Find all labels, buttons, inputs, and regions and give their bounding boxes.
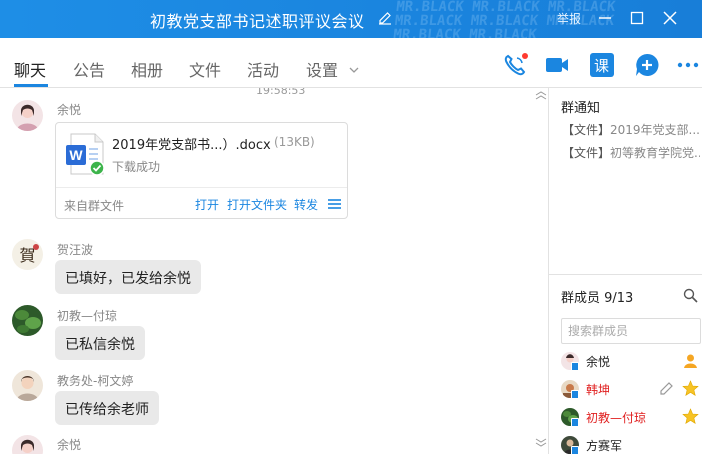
mobile-badge-icon [571,362,579,371]
member-name: 方赛军 [586,439,623,453]
member-name: 韩坤 [586,383,611,397]
owner-icon [682,352,699,369]
notice-text: 2019年党支部... [610,123,700,137]
file-message-card[interactable]: W 2019年党支部书...）.docx (13KB) 下载成功 来自群文件 打… [55,122,348,219]
admin-star-icon [682,408,699,425]
sender-name: 余悦 [57,103,82,117]
maximize-icon[interactable] [627,8,647,28]
watermark-line-2: MR.BLACK MR.BLACK MR.BLACK [393,13,615,29]
tab-bar: 聊天 公告 相册 文件 活动 设置 课 [0,38,702,88]
mobile-badge-icon [571,390,579,399]
edit-title-icon[interactable] [378,11,392,25]
course-button[interactable]: 课 [589,52,615,78]
message-list[interactable]: 19:58:53 余悦 W 2019年党支部书...）.docx (13KB) … [0,88,548,454]
notice-tag: 【文件】 [562,123,611,137]
forward-link[interactable]: 转发 [294,196,318,213]
members-count-title: 群成员 9/13 [561,291,634,306]
watermark-line-3: MR.BLACK MR.BLACK [393,27,538,38]
member-name: 余悦 [586,355,611,369]
member-row[interactable]: 韩坤 [561,380,702,402]
avatar[interactable] [12,435,43,454]
tab-settings-label: 设置 [306,61,339,80]
member-row[interactable]: 余悦 [561,352,702,374]
watermark-line-1: MR.BLACK MR.BLACK MR.BLACK [395,0,617,15]
tab-album[interactable]: 相册 [131,57,163,81]
minimize-icon[interactable] [595,8,615,28]
tab-activities[interactable]: 活动 [247,57,279,81]
course-label: 课 [594,57,610,75]
avatar[interactable] [12,305,43,336]
tab-announcements[interactable]: 公告 [73,57,105,81]
mobile-badge-icon [571,446,579,454]
chat-window: MR.BLACK MR.BLACK MR.BLACK MR.BLACK MR.B… [0,0,702,454]
member-row[interactable]: 初教—付琼 [561,408,702,430]
add-chat-icon[interactable] [634,52,660,78]
admin-star-icon [682,380,699,397]
word-document-icon: W [65,132,109,178]
collapse-down-icon[interactable] [535,436,547,447]
group-side-panel: 群通知 【文件】2019年党支部... 【文件】初等教育学院党... 群成员 9… [549,88,702,454]
tab-chat[interactable]: 聊天 [14,57,46,81]
group-notice-title: 群通知 [561,101,601,116]
tab-files[interactable]: 文件 [189,57,221,81]
download-status: 下载成功 [112,160,161,174]
sender-name: 初教—付琼 [57,309,118,323]
notice-tag: 【文件】 [562,146,611,160]
voice-call-icon[interactable] [502,52,528,78]
search-icon[interactable] [683,288,698,303]
close-icon[interactable] [660,8,680,28]
open-folder-link[interactable]: 打开文件夹 [227,196,287,213]
avatar[interactable] [12,370,43,401]
sender-name: 教务处-柯文婷 [57,374,134,388]
collapse-up-icon[interactable] [535,90,547,100]
watermark: MR.BLACK MR.BLACK MR.BLACK MR.BLACK MR.B… [393,0,702,38]
sender-name: 余悦 [57,438,82,452]
notice-item[interactable]: 【文件】初等教育学院党... [562,144,700,161]
mobile-badge-icon [571,418,579,427]
file-card-footer: 来自群文件 打开 打开文件夹 转发 [56,187,347,219]
avatar[interactable]: 賀 [12,239,43,270]
message-timestamp: 19:58:53 [256,88,306,97]
svg-text:賀: 賀 [19,246,35,265]
open-file-link[interactable]: 打开 [195,196,219,213]
svg-text:W: W [69,147,83,163]
member-name: 初教—付琼 [586,411,647,425]
tab-settings[interactable]: 设置 [306,57,359,81]
title-bar: MR.BLACK MR.BLACK MR.BLACK MR.BLACK MR.B… [0,0,702,38]
file-name: 2019年党支部书...）.docx [112,138,271,153]
file-size: (13KB) [274,135,315,149]
message-bubble[interactable]: 已私信余悦 [55,326,145,360]
sender-name: 贺汪波 [57,243,94,257]
side-divider [549,274,702,275]
edit-card-icon[interactable] [658,380,675,397]
more-options-icon[interactable] [676,52,702,78]
group-title: 初教党支部书记述职评议会议 [150,12,365,31]
member-search-input[interactable] [561,318,701,344]
message-bubble[interactable]: 已传给余老师 [55,391,159,425]
notice-text: 初等教育学院党... [610,146,700,160]
notice-item[interactable]: 【文件】2019年党支部... [562,121,700,138]
video-call-icon[interactable] [544,52,570,78]
message-bubble[interactable]: 已填好，已发给余悦 [55,260,201,294]
chevron-down-icon [349,67,359,73]
file-menu-icon[interactable] [328,198,341,210]
file-source: 来自群文件 [64,199,125,213]
member-row[interactable]: 方赛军 [561,436,702,454]
avatar[interactable] [12,100,43,131]
report-link[interactable]: 举报 [557,10,581,27]
